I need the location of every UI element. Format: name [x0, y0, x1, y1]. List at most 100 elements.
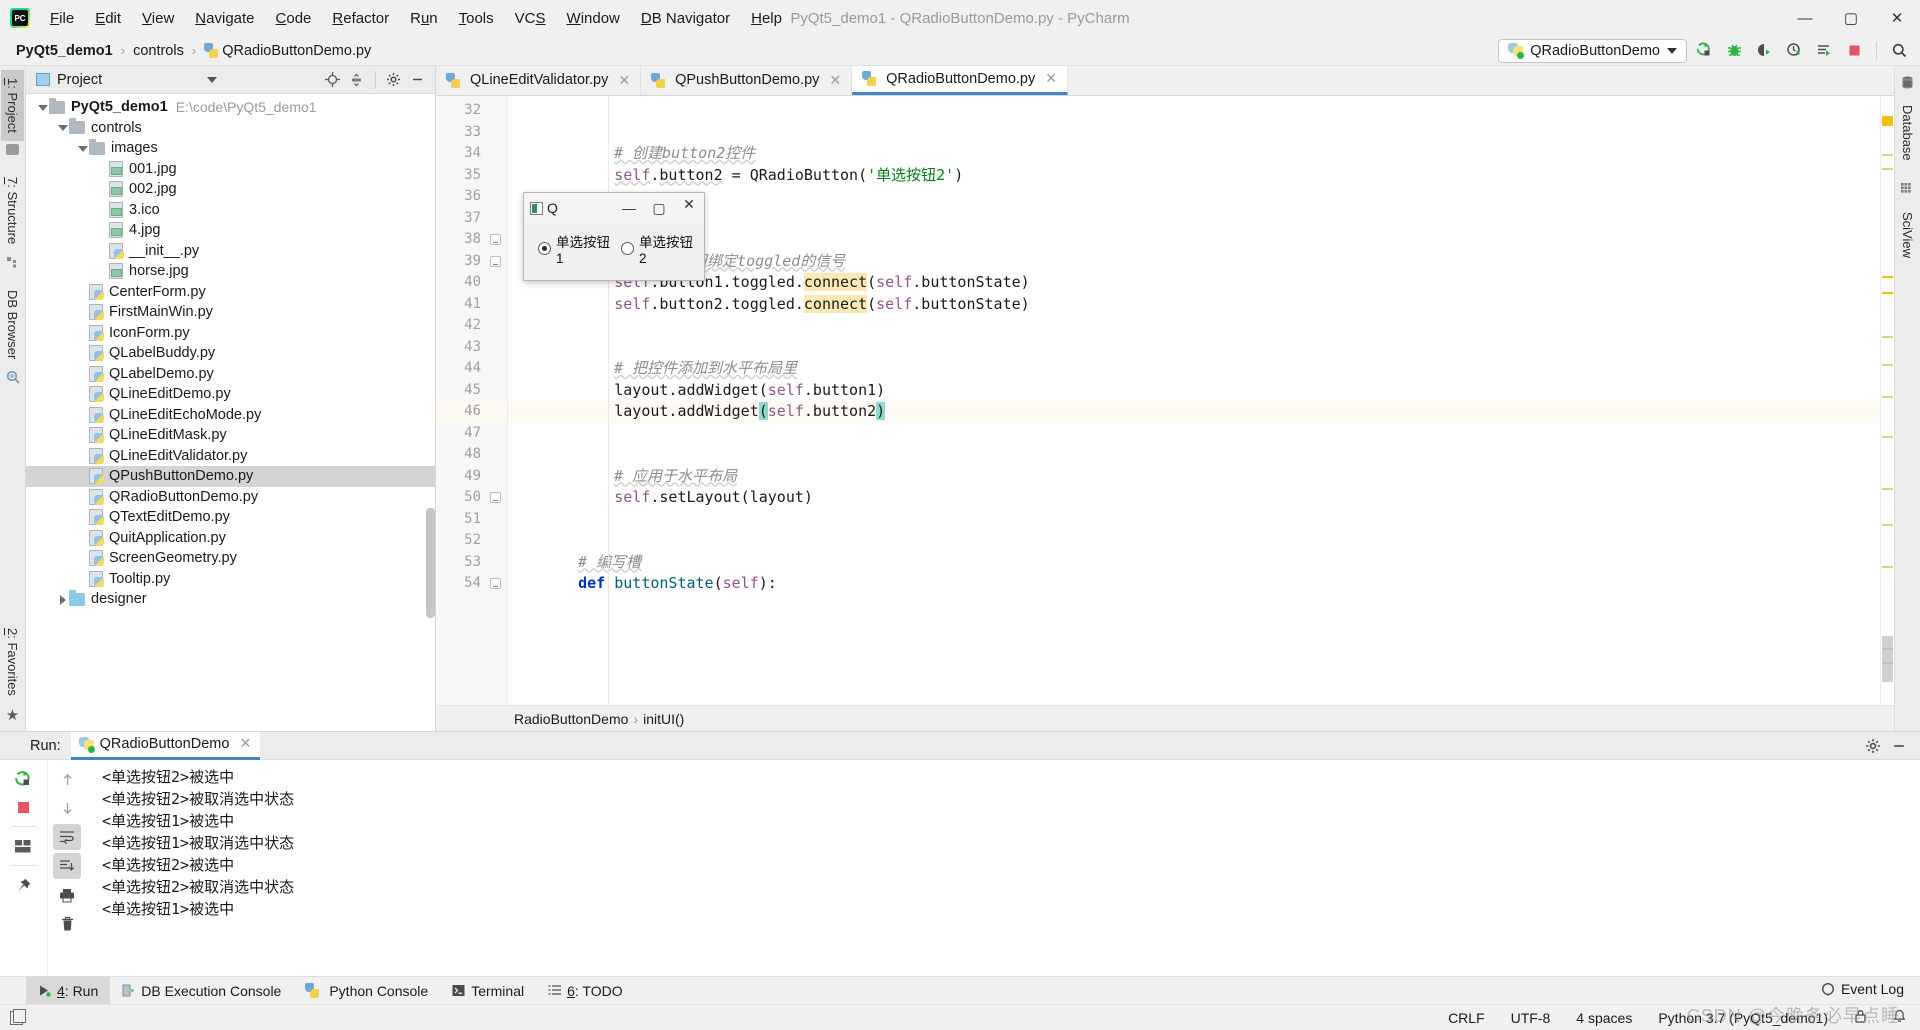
line-number-gutter[interactable]: 32 33 34 35 36 37 38 39 40 41 42 43 44 45 46 47 48 49 50 51… [436, 96, 508, 705]
trash-icon[interactable] [53, 911, 81, 937]
search-everywhere-icon[interactable] [1886, 38, 1912, 64]
tree-row[interactable]: FirstMainWin.py [26, 302, 435, 323]
code-line[interactable] [508, 186, 1880, 208]
run-coverage-icon[interactable] [1751, 38, 1777, 64]
code-line[interactable] [508, 315, 1880, 337]
tree-row[interactable]: QuitApplication.py [26, 528, 435, 549]
tree-row[interactable]: horse.jpg [26, 261, 435, 282]
code-line[interactable] [508, 423, 1880, 445]
close-icon[interactable]: ✕ [618, 72, 630, 89]
code-line[interactable]: # 创建button2控件 [508, 143, 1880, 165]
menu-refactor[interactable]: Refactor [322, 5, 399, 32]
code-line[interactable]: layout.addWidget(self.button1) [508, 380, 1880, 402]
radio-button-2[interactable]: 单选按钮2 [621, 231, 694, 266]
tree-row[interactable]: QPushButtonDemo.py [26, 466, 435, 487]
code-line[interactable]: # 编写槽 [508, 552, 1880, 574]
profile-icon[interactable] [1781, 38, 1807, 64]
qt-close-button[interactable]: ✕ [674, 193, 704, 215]
menu-db-navigator[interactable]: DB Navigator [631, 5, 740, 32]
hide-panel-icon[interactable] [407, 69, 429, 91]
sidebar-item-sciview[interactable]: SciView [1896, 204, 1919, 266]
event-log-button[interactable]: Event Log [1821, 981, 1904, 997]
breadcrumb-controls[interactable]: controls [129, 41, 188, 61]
scroll-to-end-icon[interactable] [53, 853, 81, 879]
tree-row[interactable]: QLineEditValidator.py [26, 446, 435, 467]
code-line[interactable] [508, 100, 1880, 122]
rerun-icon[interactable] [10, 766, 38, 792]
run-icon[interactable] [1691, 38, 1717, 64]
breadcrumb-method[interactable]: initUI() [643, 711, 684, 727]
code-line[interactable] [508, 337, 1880, 359]
sidebar-item-project[interactable]: 1: Project [1, 70, 24, 141]
code-line[interactable]: def buttonState(self): [508, 573, 1880, 595]
bottom-tab-db-execution-console[interactable]: DB Execution Console [110, 977, 293, 1005]
menu-navigate[interactable]: Navigate [185, 5, 264, 32]
code-line[interactable] [508, 229, 1880, 251]
breadcrumb-class[interactable]: RadioButtonDemo [514, 711, 628, 727]
tree-row[interactable]: QLineEditEchoMode.py [26, 405, 435, 426]
interpreter-status[interactable]: Python 3.7 (PyQt5_demo1) [1658, 1010, 1828, 1026]
qt-minimize-button[interactable]: — [614, 193, 644, 223]
tree-row[interactable]: QLineEditMask.py [26, 425, 435, 446]
close-icon[interactable]: ✕ [829, 72, 841, 89]
encoding-status[interactable]: UTF-8 [1511, 1010, 1551, 1026]
minimize-button[interactable]: — [1782, 0, 1828, 36]
tree-row[interactable]: CenterForm.py [26, 282, 435, 303]
qt-maximize-button[interactable]: ▢ [644, 193, 674, 223]
code-line[interactable]: # 把控件添加到水平布局里 [508, 358, 1880, 380]
tree-row[interactable]: 001.jpg [26, 159, 435, 180]
print-icon[interactable] [53, 882, 81, 908]
layout-icon[interactable] [10, 833, 38, 859]
project-tree[interactable]: PyQt5_demo1 E:\code\PyQt5_demo1 controls im… [26, 94, 435, 731]
code-line[interactable] [508, 122, 1880, 144]
close-icon[interactable]: ✕ [1045, 70, 1057, 87]
menu-help[interactable]: Help [741, 5, 792, 32]
sidebar-item-structure[interactable]: 7: Structure [1, 169, 24, 252]
project-view-chevron-down-icon[interactable] [207, 76, 218, 83]
bell-icon[interactable] [1893, 1009, 1906, 1026]
breadcrumb-file[interactable]: QRadioButtonDemo.py [200, 41, 375, 61]
code-line[interactable]: self.button1.toggled.connect(self.button… [508, 272, 1880, 294]
settings-gear-icon[interactable] [383, 69, 405, 91]
up-arrow-icon[interactable] [53, 766, 81, 792]
tree-row[interactable]: images [26, 138, 435, 159]
run-configuration-selector[interactable]: QRadioButtonDemo [1498, 38, 1687, 63]
code-line[interactable]: self.button2 = QRadioButton('单选按钮2') [508, 165, 1880, 187]
marker-scrollbar[interactable] [1880, 96, 1894, 705]
stop-icon[interactable] [10, 794, 38, 820]
tree-row[interactable]: QLineEditDemo.py [26, 384, 435, 405]
code-line[interactable]: self.setLayout(layout) [508, 487, 1880, 509]
code-line[interactable]: # 应用于水平布局 [508, 466, 1880, 488]
code-line[interactable]: # 为两个按钮绑定toggled的信号 [508, 251, 1880, 273]
code-line[interactable] [508, 208, 1880, 230]
down-arrow-icon[interactable] [53, 795, 81, 821]
tree-row[interactable]: ScreenGeometry.py [26, 548, 435, 569]
menu-edit[interactable]: Edit [85, 5, 131, 32]
tree-row[interactable]: 4.jpg [26, 220, 435, 241]
code-line[interactable]: layout.addWidget(self.button2) [508, 401, 1880, 423]
tree-row[interactable]: PyQt5_demo1 E:\code\PyQt5_demo1 [26, 97, 435, 118]
tree-row[interactable]: QRadioButtonDemo.py [26, 487, 435, 508]
menu-run[interactable]: Run [400, 5, 448, 32]
code-fold-icon[interactable] [490, 234, 501, 245]
line-separator-status[interactable]: CRLF [1448, 1010, 1485, 1026]
chevron-down-icon[interactable] [76, 142, 89, 155]
tree-row[interactable]: 002.jpg [26, 179, 435, 200]
menu-view[interactable]: View [132, 5, 184, 32]
chevron-down-icon[interactable] [36, 101, 49, 114]
project-tree-scrollbar[interactable] [426, 508, 435, 618]
pin-icon[interactable] [10, 872, 38, 898]
tree-row[interactable]: 3.ico [26, 200, 435, 221]
bottom-tab-todo[interactable]: 6: TODO [536, 977, 635, 1005]
menu-tools[interactable]: Tools [449, 5, 504, 32]
code-content[interactable]: # 创建button2控件 self.button2 = QRadioButto… [508, 96, 1880, 705]
tree-row[interactable]: QLabelBuddy.py [26, 343, 435, 364]
code-fold-icon[interactable] [490, 255, 501, 267]
lock-icon[interactable] [1854, 1009, 1867, 1026]
editor-scrollbar-thumb[interactable] [1882, 636, 1893, 682]
breadcrumb-project[interactable]: PyQt5_demo1 [12, 41, 117, 61]
hide-panel-icon[interactable] [1888, 735, 1910, 757]
indent-status[interactable]: 4 spaces [1576, 1010, 1632, 1026]
tree-row[interactable]: IconForm.py [26, 323, 435, 344]
menu-vcs[interactable]: VCS [505, 5, 556, 32]
